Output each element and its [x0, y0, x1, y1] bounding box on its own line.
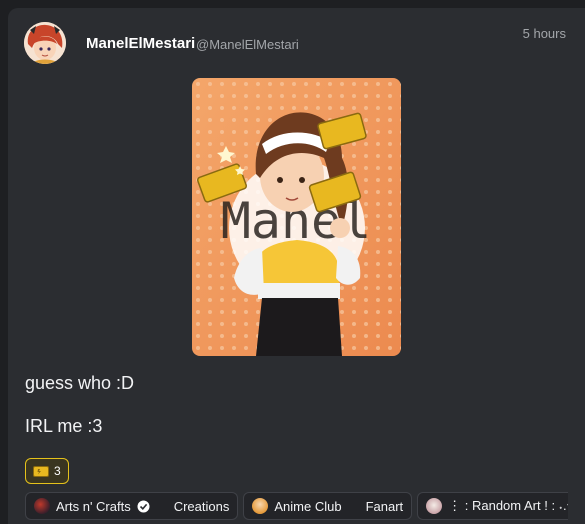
post-card: ManelElMestari @ManelElMestari 5 hours M…	[8, 8, 585, 524]
author-avatar[interactable]	[24, 22, 66, 64]
post-text-line: IRL me :3	[25, 416, 103, 436]
community-channel: Creations	[173, 498, 230, 514]
author-name[interactable]: ManelElMestari	[86, 35, 195, 52]
community-random-art-icon	[426, 498, 443, 514]
community-anime-icon	[252, 498, 269, 514]
post-text-line: guess who :D	[25, 373, 135, 393]
community-chip-random-art[interactable]: ⋮ : Random Art ! : ˖.ᐟ	[417, 492, 568, 520]
community-tags: Arts n' Crafts Creations Anime Club Fana…	[25, 492, 568, 522]
community-channel: Fanart	[365, 498, 404, 514]
community-name: Anime Club	[274, 498, 342, 514]
community-chip-arts-n-crafts[interactable]: Arts n' Crafts Creations	[25, 492, 239, 520]
community-name: Arts n' Crafts	[56, 498, 131, 514]
community-arts-icon	[34, 498, 50, 514]
post-timestamp: 5 hours	[522, 26, 566, 41]
community-chip-anime-club[interactable]: Anime Club Fanart	[243, 492, 413, 520]
reaction-count: 3	[54, 464, 61, 478]
golden-ticket-icon	[33, 465, 49, 477]
verified-badge-icon	[137, 500, 150, 512]
community-name: ⋮ : Random Art ! : ˖.ᐟ	[448, 498, 568, 513]
post-image[interactable]: Manel	[192, 78, 401, 356]
reaction-button[interactable]: 3	[25, 458, 69, 484]
author-handle: @ManelElMestari	[196, 37, 299, 52]
